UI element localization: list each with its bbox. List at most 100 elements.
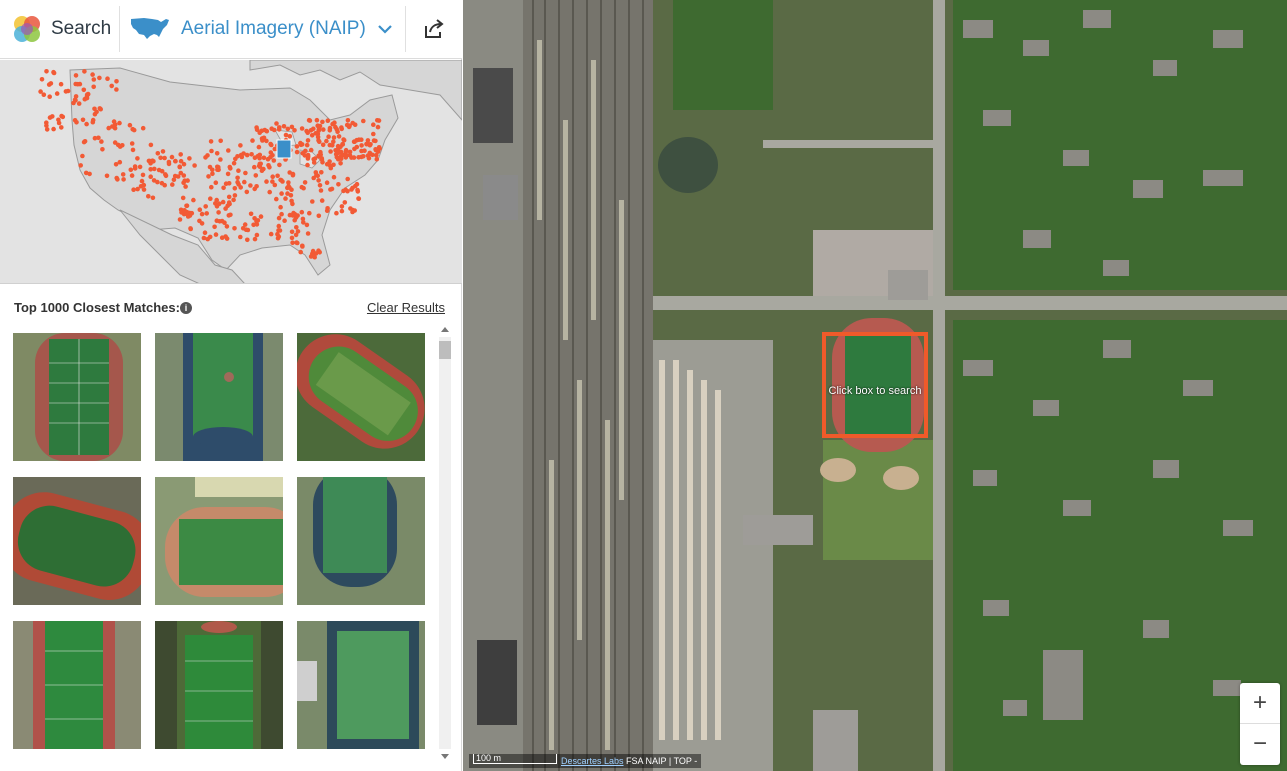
match-dot: [201, 235, 207, 241]
match-dot: [91, 77, 97, 82]
match-dot: [182, 178, 187, 183]
zoom-out-button[interactable]: −: [1240, 724, 1280, 765]
match-dot: [181, 173, 187, 178]
match-dot: [254, 232, 260, 238]
match-dot: [349, 187, 354, 192]
overview-map[interactable]: [0, 60, 462, 284]
match-dot: [326, 134, 331, 139]
top-bar: Search Aerial Imagery (NAIP): [0, 0, 462, 59]
match-dot: [319, 198, 325, 203]
match-dot: [316, 213, 322, 219]
match-dot: [214, 218, 220, 223]
clear-results-link[interactable]: Clear Results: [367, 300, 445, 315]
match-dot: [81, 87, 87, 93]
match-dot: [139, 178, 145, 184]
match-dot: [112, 140, 118, 145]
zoom-in-button[interactable]: +: [1240, 683, 1280, 724]
imagery-map[interactable]: Click box to search + − 100 m Descartes L…: [463, 0, 1287, 771]
result-thumbnail[interactable]: [13, 333, 141, 461]
search-box[interactable]: Click box to search: [822, 332, 928, 438]
match-dot: [290, 240, 295, 246]
match-dot: [182, 208, 187, 213]
match-dot: [307, 118, 313, 123]
match-dot: [227, 164, 233, 170]
info-icon[interactable]: i: [180, 302, 192, 314]
match-dot: [112, 122, 118, 127]
match-dot: [317, 183, 323, 188]
scroll-up-icon[interactable]: [441, 327, 449, 332]
match-dot: [370, 152, 375, 158]
match-dot: [287, 185, 292, 190]
matches-title: Top 1000 Closest Matches:: [14, 300, 180, 315]
match-dot: [325, 118, 331, 123]
match-dot: [316, 248, 321, 253]
match-dot: [276, 127, 282, 132]
match-dot: [137, 164, 143, 170]
match-dot: [324, 161, 330, 167]
result-thumbnail[interactable]: [297, 333, 425, 461]
overview-map-graphic: [0, 60, 462, 283]
match-dot: [213, 232, 219, 237]
descartes-logo-icon[interactable]: [11, 13, 43, 45]
match-dot: [148, 167, 153, 172]
match-dot: [268, 154, 273, 160]
match-dot: [44, 123, 49, 128]
scroll-down-icon[interactable]: [441, 754, 449, 759]
match-dot: [117, 159, 123, 165]
match-dot: [352, 146, 357, 152]
match-dot: [345, 176, 351, 182]
match-dot: [166, 161, 172, 167]
match-dot: [371, 138, 377, 143]
match-dot: [178, 152, 183, 157]
match-dot: [184, 203, 189, 209]
match-dot: [146, 194, 151, 199]
match-dot: [104, 173, 110, 179]
match-dot: [97, 75, 102, 81]
result-thumbnail[interactable]: [155, 333, 283, 461]
match-dot: [294, 144, 300, 149]
match-dot: [132, 166, 138, 171]
attribution-link[interactable]: Descartes Labs: [561, 756, 624, 766]
match-dot: [350, 120, 356, 126]
match-dot: [197, 218, 202, 224]
match-dot: [213, 180, 219, 185]
match-dot: [371, 131, 376, 137]
search-mode-label[interactable]: Search: [51, 18, 111, 40]
match-dot: [311, 160, 317, 165]
results-scrollbar[interactable]: [437, 325, 453, 761]
match-dot: [180, 195, 186, 201]
match-dot: [281, 124, 287, 129]
result-thumbnail[interactable]: [13, 621, 141, 749]
match-dot: [345, 118, 351, 123]
result-thumbnail[interactable]: [297, 621, 425, 749]
match-dot: [289, 198, 294, 204]
scroll-track[interactable]: [439, 337, 451, 749]
match-dot: [214, 197, 219, 203]
match-dot: [319, 170, 324, 175]
result-thumbnail[interactable]: [297, 477, 425, 605]
match-dot: [210, 171, 215, 177]
match-dot: [90, 117, 96, 123]
match-dot: [90, 72, 95, 77]
match-dot: [338, 161, 343, 166]
result-thumbnail[interactable]: [13, 477, 141, 605]
match-dot: [39, 77, 45, 82]
match-dot: [321, 127, 326, 132]
match-dot: [310, 248, 316, 254]
match-dot: [300, 244, 305, 249]
result-thumbnail[interactable]: [155, 477, 283, 605]
match-dot: [242, 179, 247, 185]
share-icon[interactable]: [422, 17, 446, 41]
result-thumbnail[interactable]: [155, 621, 283, 749]
match-dot: [327, 128, 333, 133]
dataset-selector[interactable]: Aerial Imagery (NAIP): [181, 18, 366, 40]
chevron-down-icon[interactable]: [376, 22, 394, 36]
match-dot: [59, 113, 64, 119]
match-dot: [117, 144, 123, 149]
match-dot: [354, 181, 360, 187]
match-dot: [151, 159, 156, 164]
match-dot: [292, 128, 297, 133]
match-dot: [258, 214, 264, 219]
scroll-thumb[interactable]: [439, 341, 451, 359]
match-dot: [316, 154, 322, 159]
